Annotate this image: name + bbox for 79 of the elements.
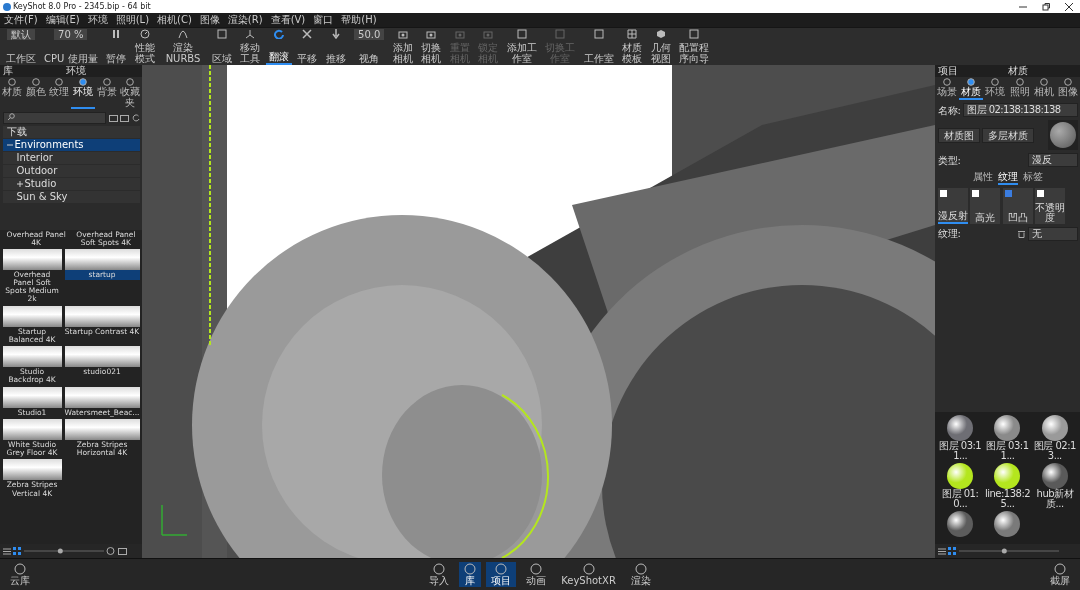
cloud-library-button[interactable]: 云库: [5, 562, 35, 587]
menu-item[interactable]: 照明(L): [111, 13, 154, 27]
toolbar-button[interactable]: 50.0 视角: [351, 28, 388, 65]
texture-dropdown[interactable]: 无: [1027, 226, 1078, 241]
material-label: 图层 03:11...: [985, 440, 1030, 461]
menu-item[interactable]: 渲染(R): [223, 13, 267, 27]
toolbar-button[interactable]: 材质模板: [619, 28, 646, 65]
toolbar-button[interactable]: 配置程序向导: [676, 28, 713, 65]
bottom-tab[interactable]: 渲染: [625, 562, 656, 587]
field-label: 纹理:: [937, 227, 961, 241]
panel-tab[interactable]: 收藏夹: [118, 77, 143, 109]
sub-tab[interactable]: 属性: [972, 170, 993, 185]
texture-slot[interactable]: 凹凸: [1002, 187, 1033, 224]
menu-item[interactable]: 编辑(E): [41, 13, 84, 27]
toolbar-button[interactable]: 渲染 NURBS: [160, 28, 206, 65]
menu-item[interactable]: 相机(C): [153, 13, 196, 27]
toolbar-button[interactable]: 移动工具: [237, 28, 263, 65]
toolbar-button[interactable]: 70 % CPU 使用量: [41, 28, 101, 65]
material-label: 图层 02:13...: [1032, 440, 1077, 461]
panel-tab[interactable]: 环境: [71, 77, 95, 109]
bottom-tab[interactable]: 项目: [486, 562, 517, 587]
material-label: 图层 03:11...: [938, 440, 983, 461]
toolbar-button[interactable]: 推移: [322, 28, 349, 65]
material-label: line:138:25...: [984, 488, 1031, 509]
tree-item[interactable]: Interior: [2, 152, 140, 164]
toolbar-button[interactable]: 添加相机: [389, 28, 416, 65]
panel-header: 库: [3, 65, 13, 77]
panel-title: 环境: [66, 65, 86, 77]
toolbar-button[interactable]: 暂停: [103, 28, 129, 65]
toolbar-button[interactable]: 默认 工作区: [2, 28, 39, 65]
menu-item[interactable]: 窗口: [309, 13, 338, 27]
texture-slot[interactable]: 高光: [970, 187, 1000, 224]
tree-item[interactable]: Outdoor: [2, 165, 140, 177]
bottom-tab[interactable]: 库: [459, 562, 482, 587]
menu-item[interactable]: 查看(V): [266, 13, 310, 27]
tree-item[interactable]: 下载: [2, 126, 140, 138]
name-field[interactable]: 图层 02:138:138:138: [963, 103, 1078, 117]
screenshot-button[interactable]: 截屏: [1045, 562, 1075, 587]
panel-tab[interactable]: 颜色: [23, 77, 48, 109]
material-label: hub新材质...: [1035, 488, 1075, 509]
panel-title: 材质: [1007, 65, 1028, 77]
panel-button[interactable]: 多层材质: [982, 127, 1034, 143]
toolbar-button[interactable]: 平移: [294, 28, 320, 65]
window-title: KeyShot 8.0 Pro - 2345.bip - 64 bit: [13, 0, 151, 13]
panel-tab[interactable]: 照明: [1007, 77, 1032, 100]
toolbar-button[interactable]: 几何视图: [647, 28, 674, 65]
panel-tab[interactable]: 场景: [935, 77, 960, 100]
texture-slot[interactable]: 不透明度: [1035, 187, 1065, 224]
tree-item[interactable]: Sun & Sky: [2, 191, 140, 203]
bottom-tab[interactable]: 导入: [424, 562, 455, 587]
panel-tab[interactable]: 图像: [1055, 77, 1080, 100]
toolbar-button[interactable]: 区域: [208, 28, 235, 65]
bottom-tab[interactable]: 动画: [521, 562, 552, 587]
panel-tab[interactable]: 纹理: [47, 77, 71, 109]
tree-item[interactable]: Studio: [2, 178, 140, 190]
toolbar-button[interactable]: 性能模式: [131, 28, 158, 65]
field-label: 类型:: [937, 153, 961, 168]
sub-tab[interactable]: 标签: [1022, 170, 1043, 185]
tree-item[interactable]: Environments: [2, 139, 140, 151]
panel-tab[interactable]: 材质: [0, 77, 24, 109]
sub-tab[interactable]: 纹理: [997, 170, 1018, 185]
panel-header: 项目: [938, 65, 958, 77]
panel-tab[interactable]: 环境: [983, 77, 1008, 100]
toolbar-button[interactable]: 切换相机: [418, 28, 445, 65]
panel-tab[interactable]: 背景: [94, 77, 119, 109]
panel-tab[interactable]: 相机: [1031, 77, 1056, 100]
type-dropdown[interactable]: 漫反: [1027, 153, 1078, 167]
field-label: 名称:: [937, 103, 961, 118]
panel-tab[interactable]: 材质: [959, 77, 984, 100]
menu-item[interactable]: 文件(F): [0, 13, 42, 27]
material-label: 图层 01:0...: [941, 488, 980, 509]
toolbar-button[interactable]: 工作室: [580, 28, 617, 65]
toolbar-button[interactable]: 添加工作室: [503, 28, 540, 65]
panel-button[interactable]: 材质图: [937, 127, 980, 143]
menu-item[interactable]: 图像: [195, 13, 224, 27]
texture-slot[interactable]: 漫反射: [937, 187, 968, 224]
menu-item[interactable]: 环境: [83, 13, 112, 27]
bottom-tab[interactable]: KeyShotXR: [556, 562, 621, 587]
menu-item[interactable]: 帮助(H): [337, 13, 381, 27]
